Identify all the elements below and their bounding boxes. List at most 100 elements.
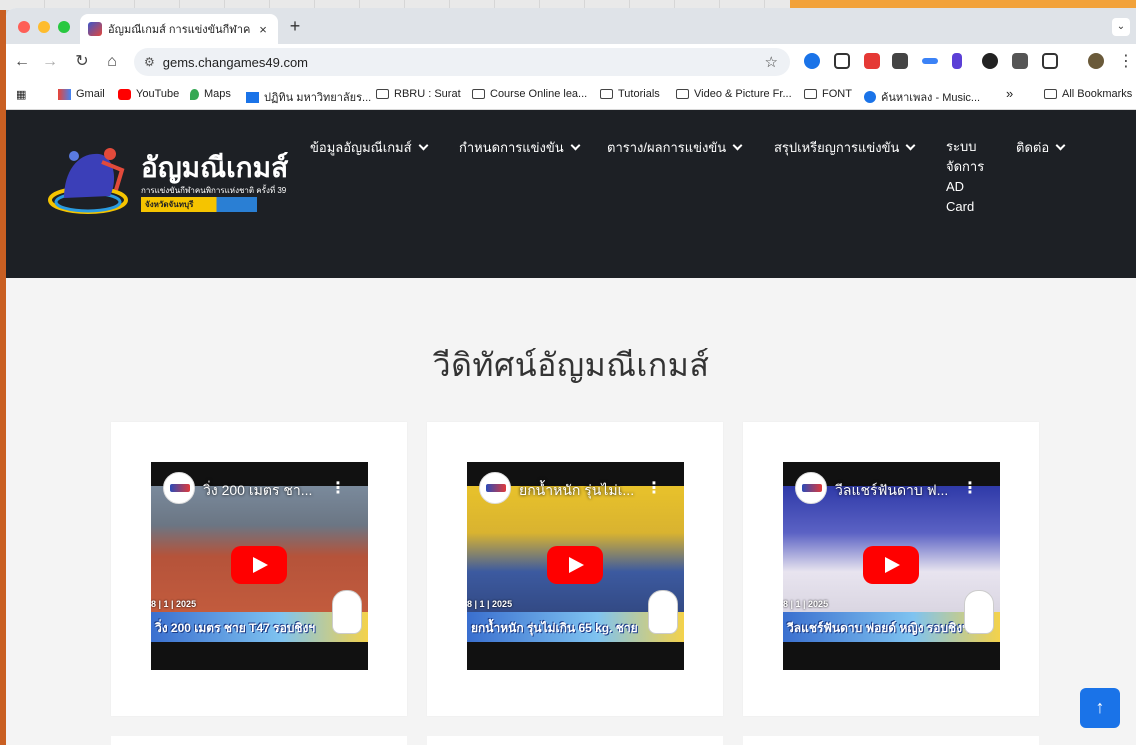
profile-avatar[interactable] [1088,53,1104,69]
video-menu-icon[interactable]: ⋮ [646,478,662,498]
bookmark-gmail[interactable]: Gmail [58,88,105,100]
back-icon[interactable]: ← [12,52,32,72]
bookmark-label: Video & Picture Fr... [694,88,792,100]
logo-province: จังหวัดจันทบุรี [141,197,257,212]
web-page: อัญมณีเกมส์ การแข่งขันกีฬาคนพิการแห่งชาต… [6,110,1136,745]
calendar-icon [246,91,259,103]
channel-avatar[interactable] [163,472,195,504]
apps-grid-icon[interactable]: ▦ [16,88,26,101]
video-caption: วีลแชร์ฟันดาบ ฟอยด์ หญิง รอบชิงฯ [787,621,969,635]
site-logo[interactable]: อัญมณีเกมส์ การแข่งขันกีฬาคนพิการแห่งชาต… [44,140,304,220]
nav-gems-info[interactable]: ข้อมูลอัญมณีเกมส์ [310,137,429,158]
channel-avatar[interactable] [795,472,827,504]
channel-avatar[interactable] [479,472,511,504]
active-tab[interactable]: อัญมณีเกมส์ การแข่งขันกีฬาคนพิ... × [80,14,278,44]
bookmarks-overflow-button[interactable]: » [1006,86,1013,101]
close-window-button[interactable] [18,21,30,33]
video-card: ยกน้ำหนัก รุ่นไม่เ... ⋮ 8 | 1 | 2025 ยกน… [427,422,723,716]
video-card [743,736,1039,745]
tab-search-button[interactable]: ⌄ [1112,18,1130,36]
browser-toolbar: ← → ↻ ⌂ ⚙ gems.changames49.com ☆ ⋮ [6,44,1136,80]
logo-subtitle: การแข่งขันกีฬาคนพิการแห่งชาติ ครั้งที่ 3… [141,186,287,195]
section-title: วีดิทัศน์อัญมณีเกมส์ [432,346,710,384]
nav-label: ตาราง/ผลการแข่งขัน [607,140,727,155]
video-card [111,736,407,745]
nav-results[interactable]: ตาราง/ผลการแข่งขัน [607,137,743,158]
bookmark-label: Tutorials [618,88,660,100]
bookmark-label: FONT [822,88,852,100]
gmail-icon [58,88,71,100]
bookmark-music[interactable]: ค้นหาเพลง - Music... [864,88,980,106]
bookmark-star-icon[interactable]: ☆ [765,53,778,71]
bookmark-folder-rbru[interactable]: RBRU : Surat [376,88,461,100]
nav-ad-card-system[interactable]: ระบบ จัดการ AD Card [946,137,984,217]
bookmark-label: Course Online lea... [490,88,588,100]
nav-label: ข้อมูลอัญมณีเกมส์ [310,140,412,155]
nav-label: Card [946,199,975,214]
video-embed[interactable]: วีลแชร์ฟันดาบ ฟ... ⋮ 8 | 1 | 2025 วีลแชร… [783,462,1000,670]
minimize-window-button[interactable] [38,21,50,33]
bookmark-calendar[interactable]: ปฏิทิน มหาวิทยาลัยร... [246,88,371,106]
shazam-extension-icon[interactable] [804,53,820,69]
video-menu-icon[interactable]: ⋮ [330,478,346,498]
nav-contact[interactable]: ติดต่อ [1016,137,1066,158]
bookmark-youtube[interactable]: YouTube [118,88,179,100]
reload-icon[interactable]: ↻ [72,52,92,72]
video-title[interactable]: วีลแชร์ฟันดาบ ฟ... [835,480,948,502]
bookmark-maps[interactable]: Maps [190,88,231,100]
tab-close-icon[interactable]: × [256,22,270,37]
home-icon[interactable]: ⌂ [102,52,122,72]
video-title[interactable]: ยกน้ำหนัก รุ่นไม่เ... [519,480,634,502]
video-date: 8 | 1 | 2025 [467,599,513,609]
shield-extension-icon[interactable] [892,53,908,69]
nav-label: จัดการ [946,159,985,174]
folder-icon [1044,89,1057,99]
pip-extension-icon[interactable] [834,53,850,69]
scroll-to-top-button[interactable]: ↑ [1080,688,1120,728]
all-bookmarks-button[interactable]: All Bookmarks [1044,88,1132,100]
folder-icon [472,89,485,99]
address-bar[interactable]: ⚙ gems.changames49.com ☆ [134,48,790,76]
site-favicon-icon [88,22,102,36]
url-text[interactable]: gems.changames49.com [163,55,308,70]
bookmark-folder-video[interactable]: Video & Picture Fr... [676,88,792,100]
nav-medals[interactable]: สรุปเหรียญการแข่งขัน [774,137,916,158]
puzzle-extensions-icon[interactable] [1042,53,1058,69]
nav-label: ระบบ [946,139,977,154]
video-caption: วิ่ง 200 เมตร ชาย T47 รอบชิงฯ [155,621,316,635]
bookmark-folder-tutorials[interactable]: Tutorials [600,88,660,100]
video-card: วิ่ง 200 เมตร ชา... ⋮ 8 | 1 | 2025 วิ่ง … [111,422,407,716]
video-menu-icon[interactable]: ⋮ [962,478,978,498]
bookmark-label: Gmail [76,88,105,100]
zoom-window-button[interactable] [58,21,70,33]
play-button[interactable] [863,546,919,584]
play-button[interactable] [231,546,287,584]
site-settings-icon[interactable]: ⚙ [144,55,155,69]
youtube-icon [118,88,131,100]
nav-label: AD [946,179,965,194]
tab-title: อัญมณีเกมส์ การแข่งขันกีฬาคนพิ... [108,24,250,36]
browser-menu-icon[interactable]: ⋮ [1116,52,1136,72]
nav-schedule[interactable]: กำหนดการแข่งขัน [459,137,581,158]
mascot-icon [332,590,362,634]
window-controls [18,21,70,33]
vpn2-extension-icon[interactable] [982,53,998,69]
download-extension-icon[interactable] [952,53,962,69]
all-bookmarks-label: All Bookmarks [1062,88,1133,100]
video-date: 8 | 1 | 2025 [151,599,197,609]
chevron-down-icon [570,140,581,151]
video-embed[interactable]: วิ่ง 200 เมตร ชา... ⋮ 8 | 1 | 2025 วิ่ง … [151,462,368,670]
nav-label: ติดต่อ [1016,140,1050,155]
video-embed[interactable]: ยกน้ำหนัก รุ่นไม่เ... ⋮ 8 | 1 | 2025 ยกน… [467,462,684,670]
bookmark-label: ปฏิทิน มหาวิทยาลัยร... [264,92,372,104]
vpn-extension-icon[interactable] [864,53,880,69]
translate-extension-icon[interactable] [1012,53,1028,69]
bookmark-folder-font[interactable]: FONT [804,88,852,100]
folder-icon [600,89,613,99]
play-button[interactable] [547,546,603,584]
link-extension-icon[interactable] [922,58,938,64]
new-tab-button[interactable]: + [285,16,305,37]
forward-icon[interactable]: → [40,52,60,72]
video-title[interactable]: วิ่ง 200 เมตร ชา... [203,480,312,502]
bookmark-folder-course[interactable]: Course Online lea... [472,88,587,100]
